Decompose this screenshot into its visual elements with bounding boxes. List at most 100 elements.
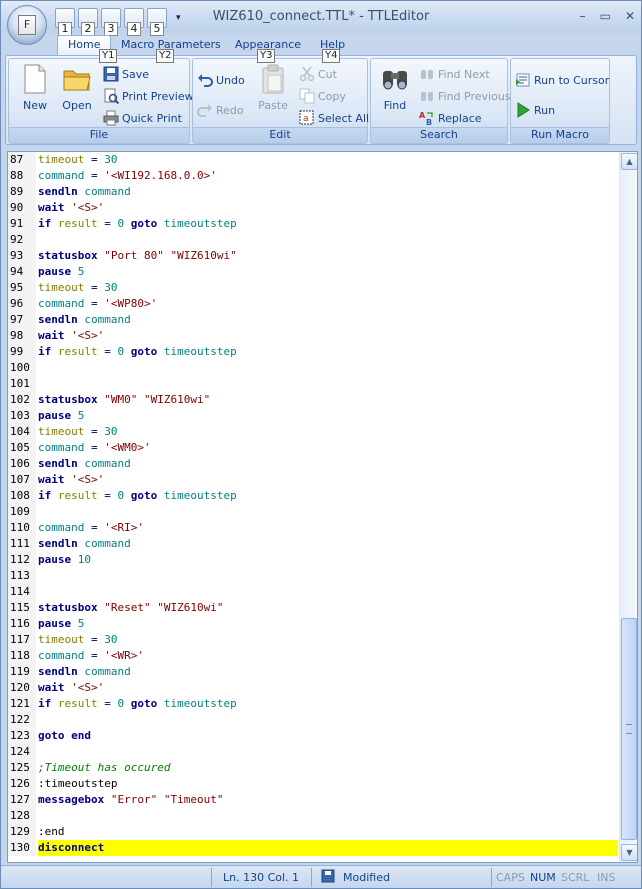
code-line[interactable]: 112 pause 10 <box>8 552 618 568</box>
line-code: statusbox "Port 80" "WIZ610wi" <box>38 248 618 264</box>
code-line[interactable]: 92 <box>8 232 618 248</box>
code-line[interactable]: 109 <box>8 504 618 520</box>
code-line[interactable]: 93 statusbox "Port 80" "WIZ610wi" <box>8 248 618 264</box>
code-line[interactable]: 87 timeout = 30 <box>8 152 618 168</box>
application-button[interactable]: F <box>7 5 47 45</box>
line-code: disconnect <box>38 840 618 856</box>
code-token: pause <box>38 409 72 422</box>
code-line[interactable]: 98 wait '<S>' <box>8 328 618 344</box>
code-line[interactable]: 108 if result = 0 goto timeoutstep <box>8 488 618 504</box>
code-line[interactable]: 125 ;Timeout has occured <box>8 760 618 776</box>
replace-button[interactable]: AB Replace <box>419 109 482 127</box>
code-line[interactable]: 90 wait '<S>' <box>8 200 618 216</box>
code-line[interactable]: 110 command = '<RI>' <box>8 520 618 536</box>
new-button[interactable]: New <box>13 63 57 112</box>
code-line[interactable]: 111 sendln command <box>8 536 618 552</box>
line-code: sendln command <box>38 456 618 472</box>
run-button[interactable]: Run <box>515 101 555 119</box>
code-line[interactable]: 99 if result = 0 goto timeoutstep <box>8 344 618 360</box>
line-number: 95 <box>8 280 36 296</box>
code-editor[interactable]: 87 timeout = 30 88 command = '<WI192.168.0.… <box>7 151 638 863</box>
svg-text:B: B <box>426 118 432 126</box>
redo-button[interactable]: Redo <box>197 101 244 119</box>
run-to-cursor-button[interactable]: Run to Cursor <box>515 71 609 89</box>
code-lines: 87 timeout = 30 88 command = '<WI192.168.0.… <box>8 152 618 856</box>
code-line[interactable]: 89 sendln command <box>8 184 618 200</box>
code-line[interactable]: 103 pause 5 <box>8 408 618 424</box>
print-preview-button[interactable]: Print Preview <box>103 87 194 105</box>
undo-button[interactable]: Undo <box>197 71 245 89</box>
line-number: 118 <box>8 648 36 664</box>
code-line[interactable]: 129:end <box>8 824 618 840</box>
code-line[interactable]: 123 goto end <box>8 728 618 744</box>
quick-print-button[interactable]: Quick Print <box>103 109 182 127</box>
line-code: command = '<WI192.168.0.0>' <box>38 168 618 184</box>
code-line[interactable]: 91 if result = 0 goto timeoutstep <box>8 216 618 232</box>
code-line[interactable]: 102 statusbox "WM0" "WIZ610wi" <box>8 392 618 408</box>
code-line[interactable]: 94 pause 5 <box>8 264 618 280</box>
code-line[interactable]: 116 pause 5 <box>8 616 618 632</box>
code-line[interactable]: 107 wait '<S>' <box>8 472 618 488</box>
code-line[interactable]: 105 command = '<WM0>' <box>8 440 618 456</box>
code-line[interactable]: 101 <box>8 376 618 392</box>
code-token: pause <box>38 553 72 566</box>
save-button[interactable]: Save <box>103 65 149 83</box>
code-line[interactable]: 100 <box>8 360 618 376</box>
line-number: 127 <box>8 792 36 808</box>
code-token: goto <box>130 697 158 710</box>
code-line[interactable]: 106 sendln command <box>8 456 618 472</box>
code-line[interactable]: 119 sendln command <box>8 664 618 680</box>
select-all-button[interactable]: a Select All <box>299 109 369 127</box>
status-divider <box>491 868 492 887</box>
maximize-button[interactable]: ▭ <box>600 9 611 23</box>
paste-button[interactable]: Paste <box>251 63 295 112</box>
close-button[interactable]: ✕ <box>625 9 635 23</box>
redo-label: Redo <box>216 103 244 117</box>
code-line[interactable]: 121 if result = 0 goto timeoutstep <box>8 696 618 712</box>
code-line[interactable]: 124 <box>8 744 618 760</box>
scroll-up-button[interactable]: ▲ <box>621 153 637 170</box>
ribbon: New Open Save Print Preview Quick Print … <box>5 55 637 145</box>
code-line[interactable]: 96 command = '<WP80>' <box>8 296 618 312</box>
code-line[interactable]: 114 <box>8 584 618 600</box>
cut-button[interactable]: Cut <box>299 65 337 83</box>
code-line[interactable]: 127 messagebox "Error" "Timeout" <box>8 792 618 808</box>
code-line[interactable]: 115 statusbox "Reset" "WIZ610wi" <box>8 600 618 616</box>
code-line[interactable]: 97 sendln command <box>8 312 618 328</box>
find-button[interactable]: Find <box>373 63 417 112</box>
code-line[interactable]: 117 timeout = 30 <box>8 632 618 648</box>
code-line[interactable]: 104 timeout = 30 <box>8 424 618 440</box>
line-code: statusbox "WM0" "WIZ610wi" <box>38 392 618 408</box>
code-token: command <box>38 169 85 182</box>
open-button[interactable]: Open <box>55 63 99 112</box>
code-line[interactable]: 118 command = '<WR>' <box>8 648 618 664</box>
code-token: = <box>84 649 105 662</box>
code-token: result <box>57 697 98 710</box>
copy-button[interactable]: Copy <box>299 87 346 105</box>
code-token: command <box>84 185 131 198</box>
line-number: 94 <box>8 264 36 280</box>
code-line[interactable]: 126:timeoutstep <box>8 776 618 792</box>
code-line[interactable]: 130 disconnect <box>8 840 618 856</box>
code-line[interactable]: 122 <box>8 712 618 728</box>
line-number: 111 <box>8 536 36 552</box>
run-label: Run <box>534 103 556 117</box>
code-line[interactable]: 88 command = '<WI192.168.0.0>' <box>8 168 618 184</box>
scroll-thumb[interactable] <box>621 618 637 840</box>
code-line[interactable]: 120 wait '<S>' <box>8 680 618 696</box>
vertical-scrollbar[interactable]: ▲ ▼ <box>619 152 637 862</box>
line-code: command = '<RI>' <box>38 520 618 536</box>
code-token: command <box>84 457 131 470</box>
line-number: 96 <box>8 296 36 312</box>
minimize-button[interactable]: – <box>580 9 586 23</box>
find-previous-button[interactable]: Find Previous <box>419 87 511 105</box>
code-line[interactable]: 113 <box>8 568 618 584</box>
code-line[interactable]: 95 timeout = 30 <box>8 280 618 296</box>
scroll-down-button[interactable]: ▼ <box>621 844 637 861</box>
find-next-button[interactable]: Find Next <box>419 65 490 83</box>
code-line[interactable]: 128 <box>8 808 618 824</box>
